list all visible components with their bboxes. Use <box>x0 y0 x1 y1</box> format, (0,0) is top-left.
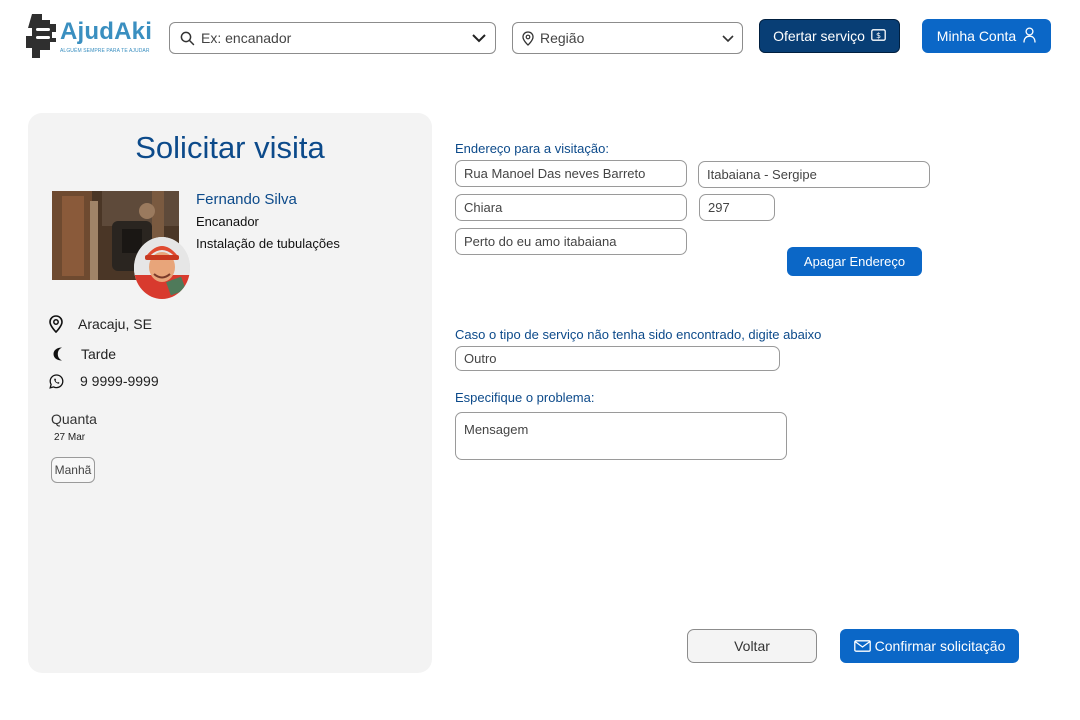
mail-icon <box>853 640 871 652</box>
clear-address-button[interactable]: Apagar Endereço <box>787 247 922 276</box>
svg-text:$: $ <box>876 31 881 40</box>
search-icon <box>179 30 195 46</box>
search-input[interactable] <box>201 23 471 53</box>
whatsapp-icon <box>49 373 65 389</box>
moon-icon <box>51 346 67 362</box>
location-pin-icon <box>49 315 65 333</box>
confirm-request-button[interactable]: Confirmar solicitação <box>840 629 1019 663</box>
schedule-date: 27 Mar <box>54 432 86 443</box>
location-pin-icon <box>522 30 534 46</box>
phone-row: 9 9999-9999 <box>49 373 159 389</box>
professional-name: Fernando Silva <box>196 191 297 208</box>
location-row: Aracaju, SE <box>49 315 152 333</box>
chevron-down-icon[interactable] <box>721 30 735 46</box>
street-field[interactable]: Rua Manoel Das neves Barreto <box>455 160 687 187</box>
my-account-button[interactable]: Minha Conta <box>922 19 1051 53</box>
user-icon <box>1023 26 1036 46</box>
service-type-field[interactable]: Outro <box>455 346 780 371</box>
back-button[interactable]: Voltar <box>687 629 817 663</box>
service-type-label: Caso o tipo de serviço não tenha sido en… <box>455 327 822 342</box>
logo-text: AjudAki <box>60 18 153 45</box>
region-input[interactable] <box>540 23 721 53</box>
address-label: Endereço para a visitação: <box>455 141 609 156</box>
region-select[interactable] <box>512 22 743 54</box>
city-state-field[interactable]: Itabaiana - Sergipe <box>698 161 930 188</box>
location-text: Aracaju, SE <box>78 316 152 332</box>
schedule-day: Quanta <box>51 411 97 427</box>
hand-logo-icon <box>26 14 56 58</box>
phone-text: 9 9999-9999 <box>80 373 159 389</box>
neighborhood-field[interactable]: Chiara <box>455 194 687 221</box>
period-text: Tarde <box>81 346 117 362</box>
chevron-down-icon[interactable] <box>471 30 487 46</box>
search-box[interactable] <box>169 22 496 54</box>
schedule-period-chip[interactable]: Manhã <box>51 457 95 483</box>
professional-role: Encanador <box>196 214 259 229</box>
problem-label: Especifique o problema: <box>455 390 595 405</box>
problem-textarea[interactable]: Mensagem <box>455 412 787 460</box>
number-field[interactable]: 297 <box>699 194 775 221</box>
period-row: Tarde <box>51 346 116 362</box>
reference-field[interactable]: Perto do eu amo itabaiana <box>455 228 687 255</box>
offer-service-label: Ofertar serviço <box>773 28 865 44</box>
professional-skill: Instalação de tubulações <box>196 236 340 251</box>
logo-tagline: ALGUÉM SEMPRE PARA TE AJUDAR <box>60 48 150 54</box>
offer-service-button[interactable]: Ofertar serviço $ <box>759 19 900 53</box>
page-title: Solicitar visita <box>135 130 325 165</box>
avatar <box>134 237 190 299</box>
confirm-request-label: Confirmar solicitação <box>874 638 1006 654</box>
logo[interactable]: AjudAki ALGUÉM SEMPRE PARA TE AJUDAR <box>24 12 156 62</box>
my-account-label: Minha Conta <box>936 28 1017 44</box>
money-icon: $ <box>871 28 886 44</box>
